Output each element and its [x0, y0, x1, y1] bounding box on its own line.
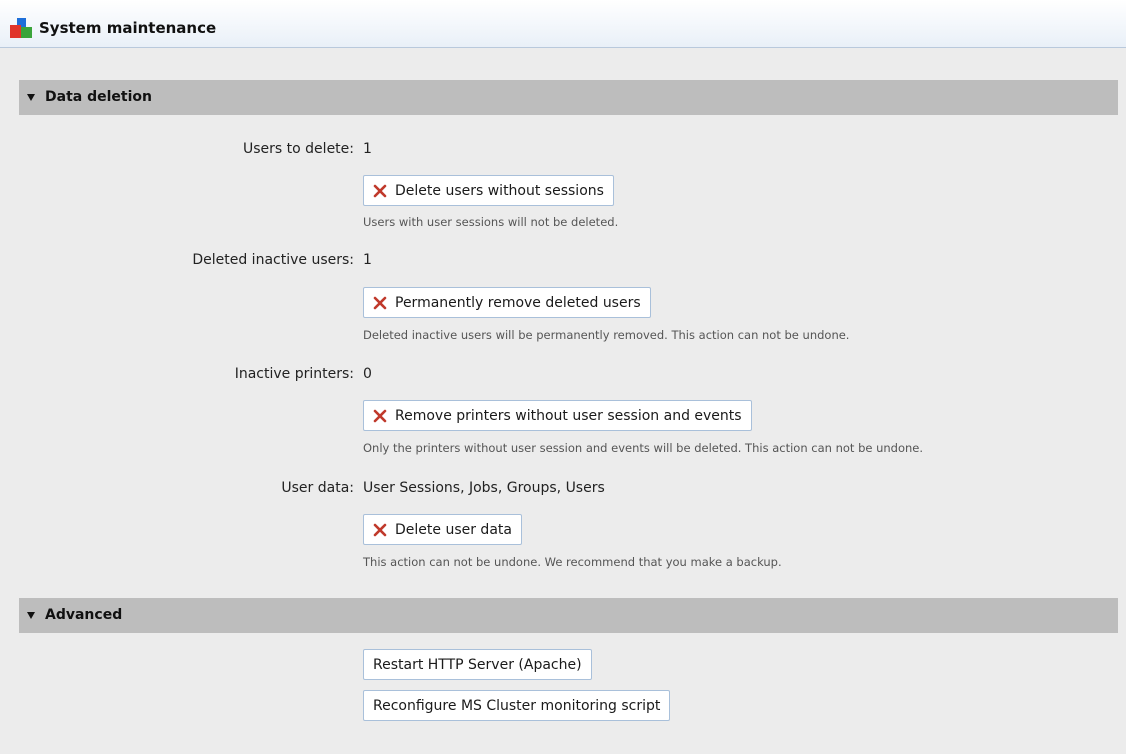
system-maintenance-icon: [10, 18, 32, 38]
restart-http-server-button[interactable]: Restart HTTP Server (Apache): [363, 649, 592, 680]
reconfigure-ms-cluster-label: Reconfigure MS Cluster monitoring script: [373, 697, 661, 714]
remove-printers-label: Remove printers without user session and…: [395, 407, 742, 424]
delete-user-data-label: Delete user data: [395, 521, 512, 538]
deleted-inactive-users-value: 1: [363, 252, 372, 268]
deleted-inactive-users-label: Deleted inactive users:: [192, 252, 354, 268]
triangle-down-icon: [27, 612, 35, 619]
users-to-delete-note: Users with user sessions will not be del…: [363, 215, 619, 229]
section-advanced-label: Advanced: [45, 607, 123, 623]
user-data-value: User Sessions, Jobs, Groups, Users: [363, 480, 605, 496]
restart-http-server-label: Restart HTTP Server (Apache): [373, 656, 582, 673]
inactive-printers-label: Inactive printers:: [234, 366, 354, 382]
inactive-printers-value: 0: [363, 366, 372, 382]
delete-users-without-sessions-button[interactable]: Delete users without sessions: [363, 175, 614, 206]
delete-x-icon: [373, 523, 387, 536]
delete-user-data-button[interactable]: Delete user data: [363, 514, 522, 545]
inactive-printers-note: Only the printers without user session a…: [363, 441, 924, 455]
window-titlebar: System maintenance: [0, 0, 1126, 48]
section-data-deletion-header[interactable]: Data deletion: [19, 80, 1118, 115]
delete-x-icon: [373, 184, 387, 197]
section-advanced-header[interactable]: Advanced: [19, 598, 1118, 633]
permanently-remove-deleted-users-label: Permanently remove deleted users: [395, 294, 641, 311]
triangle-down-icon: [27, 94, 35, 101]
reconfigure-ms-cluster-button[interactable]: Reconfigure MS Cluster monitoring script: [363, 690, 671, 721]
section-data-deletion-label: Data deletion: [45, 89, 152, 105]
users-to-delete-value: 1: [363, 141, 372, 157]
delete-x-icon: [373, 296, 387, 309]
window-title: System maintenance: [39, 19, 217, 37]
remove-printers-button[interactable]: Remove printers without user session and…: [363, 400, 752, 431]
user-data-label: User data:: [281, 480, 354, 496]
user-data-note: This action can not be undone. We recomm…: [363, 555, 782, 569]
permanently-remove-deleted-users-button[interactable]: Permanently remove deleted users: [363, 287, 651, 318]
deleted-inactive-users-note: Deleted inactive users will be permanent…: [363, 328, 850, 342]
delete-users-without-sessions-label: Delete users without sessions: [395, 182, 604, 199]
delete-x-icon: [373, 409, 387, 422]
users-to-delete-label: Users to delete:: [243, 141, 354, 157]
